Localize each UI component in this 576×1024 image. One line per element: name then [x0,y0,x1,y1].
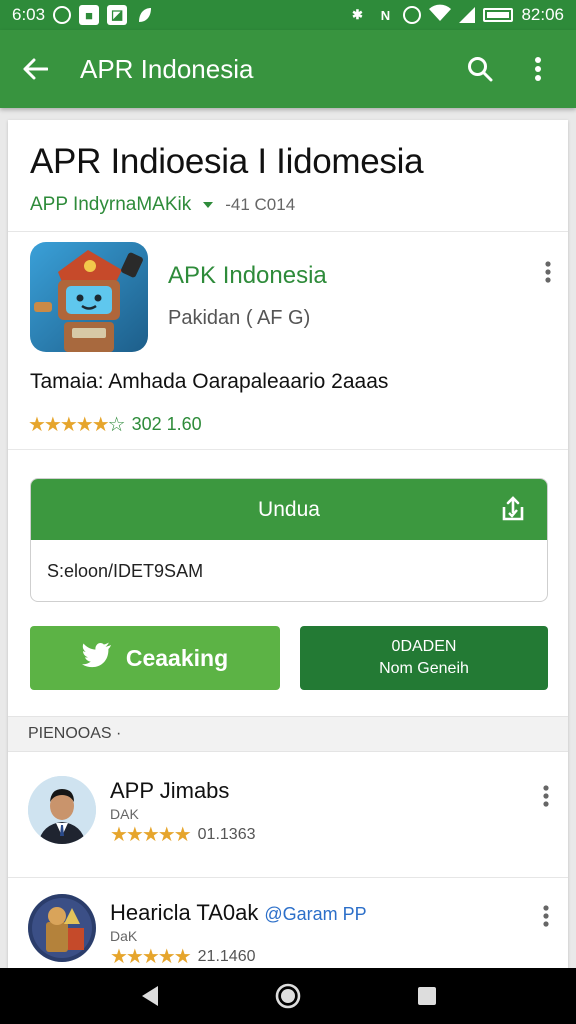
list-item[interactable]: Hearicla TA0ak @Garam PP DaK ★★★★★ 21.146… [8,880,568,968]
home-circle-icon[interactable] [268,976,308,1016]
section-header: PIENOOAS · [8,716,568,752]
open-generic-line2: Nom Geneih [379,660,469,677]
review-rating-value: 01.1363 [197,825,256,843]
status-time: 6:03 [12,5,46,24]
developer-line: APP IndyrnaMAKik -41 C014 [30,194,546,216]
developer-link[interactable]: APP IndyrnaMAKik [30,194,191,216]
app-info-section: APK Indonesia Pakidan ( AF G) Tamaia: Am… [8,232,568,450]
open-generic-line1: 0DADEN [391,638,457,655]
review-more-icon[interactable] [542,904,550,933]
app-bar: APR Indonesia [0,30,576,108]
back-triangle-icon[interactable] [129,976,169,1016]
recents-square-icon[interactable] [407,976,447,1016]
review-rating: ★★★★★ 01.1363 [110,822,256,847]
robot-app-icon[interactable] [30,242,148,352]
download-button[interactable]: Undua [31,479,547,540]
nfc-icon: N [380,7,391,23]
app-subtitle: Pakidan ( AF G) [168,307,311,329]
app-description: Tamaia: Amhada Oarapaleaario 2aaas [30,370,389,393]
download-box: Undua S:eloon/IDET9SAM [30,478,548,602]
battery-icon [483,8,514,22]
reviewer-sub: DaK [110,928,138,944]
wifi-icon [429,4,452,27]
image-icon: ◪ [107,5,128,25]
signal-icon [459,7,476,23]
reviewer-name: APP Jimabs [110,778,229,804]
app-detail-card: APR Indioesia I Iidomesia APP IndyrnaMAK… [8,120,568,968]
review-rating-value: 21.1460 [197,947,256,965]
reviewer-sub: DAK [110,806,139,822]
star-rating-icon: ★★★★★☆ [28,414,126,436]
app-rating-value: 302 1.60 [131,414,202,434]
action-buttons: Ceaaking 0DADEN Nom Geneih [30,626,548,690]
more-vert-icon[interactable] [518,49,558,89]
chevron-down-icon[interactable] [203,202,214,208]
download-source-field[interactable]: S:eloon/IDET9SAM [31,540,547,601]
download-button-label: Undua [258,497,320,521]
bluetooth-icon: ✱ [352,7,363,22]
square-icon: ■ [79,5,100,25]
bird-icon [81,642,112,674]
system-nav-bar [0,968,576,1024]
reviewer-name-text: APP Jimabs [110,778,230,803]
avatar[interactable] [28,776,96,844]
ceaaking-button[interactable]: Ceaaking [30,626,280,690]
star-rating-icon: ★★★★★ [110,946,192,968]
data-saver-icon [403,6,422,24]
reviewer-handle[interactable]: @Garam PP [264,904,366,924]
status-bar: 6:03 ■ ◪ ✱ N 82:06 [0,0,576,30]
status-left: 6:03 ■ ◪ [12,5,155,25]
status-right-time: 82:06 [521,5,564,24]
reviewer-name-text: Hearicla TA0ak [110,900,259,925]
avatar[interactable] [28,894,96,962]
leaf-icon [135,5,155,25]
back-arrow-icon[interactable] [18,52,52,86]
page-title: APR Indioesia I Iidomesia [30,142,424,181]
open-generic-button[interactable]: 0DADEN Nom Geneih [300,626,548,690]
app-name[interactable]: APK Indonesia [168,262,327,290]
app-bar-title: APR Indonesia [80,53,254,84]
circle-icon [53,6,72,24]
status-right: ✱ N 82:06 [347,4,564,27]
reviewer-name: Hearicla TA0ak @Garam PP [110,900,367,926]
search-icon[interactable] [460,49,500,89]
app-more-icon[interactable] [544,260,552,289]
list-item[interactable]: APP Jimabs DAK ★★★★★ 01.1363 [8,760,568,878]
star-rating-icon: ★★★★★ [110,824,192,846]
page-header: APR Indioesia I Iidomesia APP IndyrnaMAK… [8,120,568,232]
review-more-icon[interactable] [542,784,550,813]
developer-code: -41 C014 [225,195,296,214]
ceaaking-button-label: Ceaaking [125,644,229,671]
share-icon[interactable] [499,495,527,529]
app-rating: ★★★★★☆ 302 1.60 [28,412,202,437]
review-rating: ★★★★★ 21.1460 [110,944,256,968]
